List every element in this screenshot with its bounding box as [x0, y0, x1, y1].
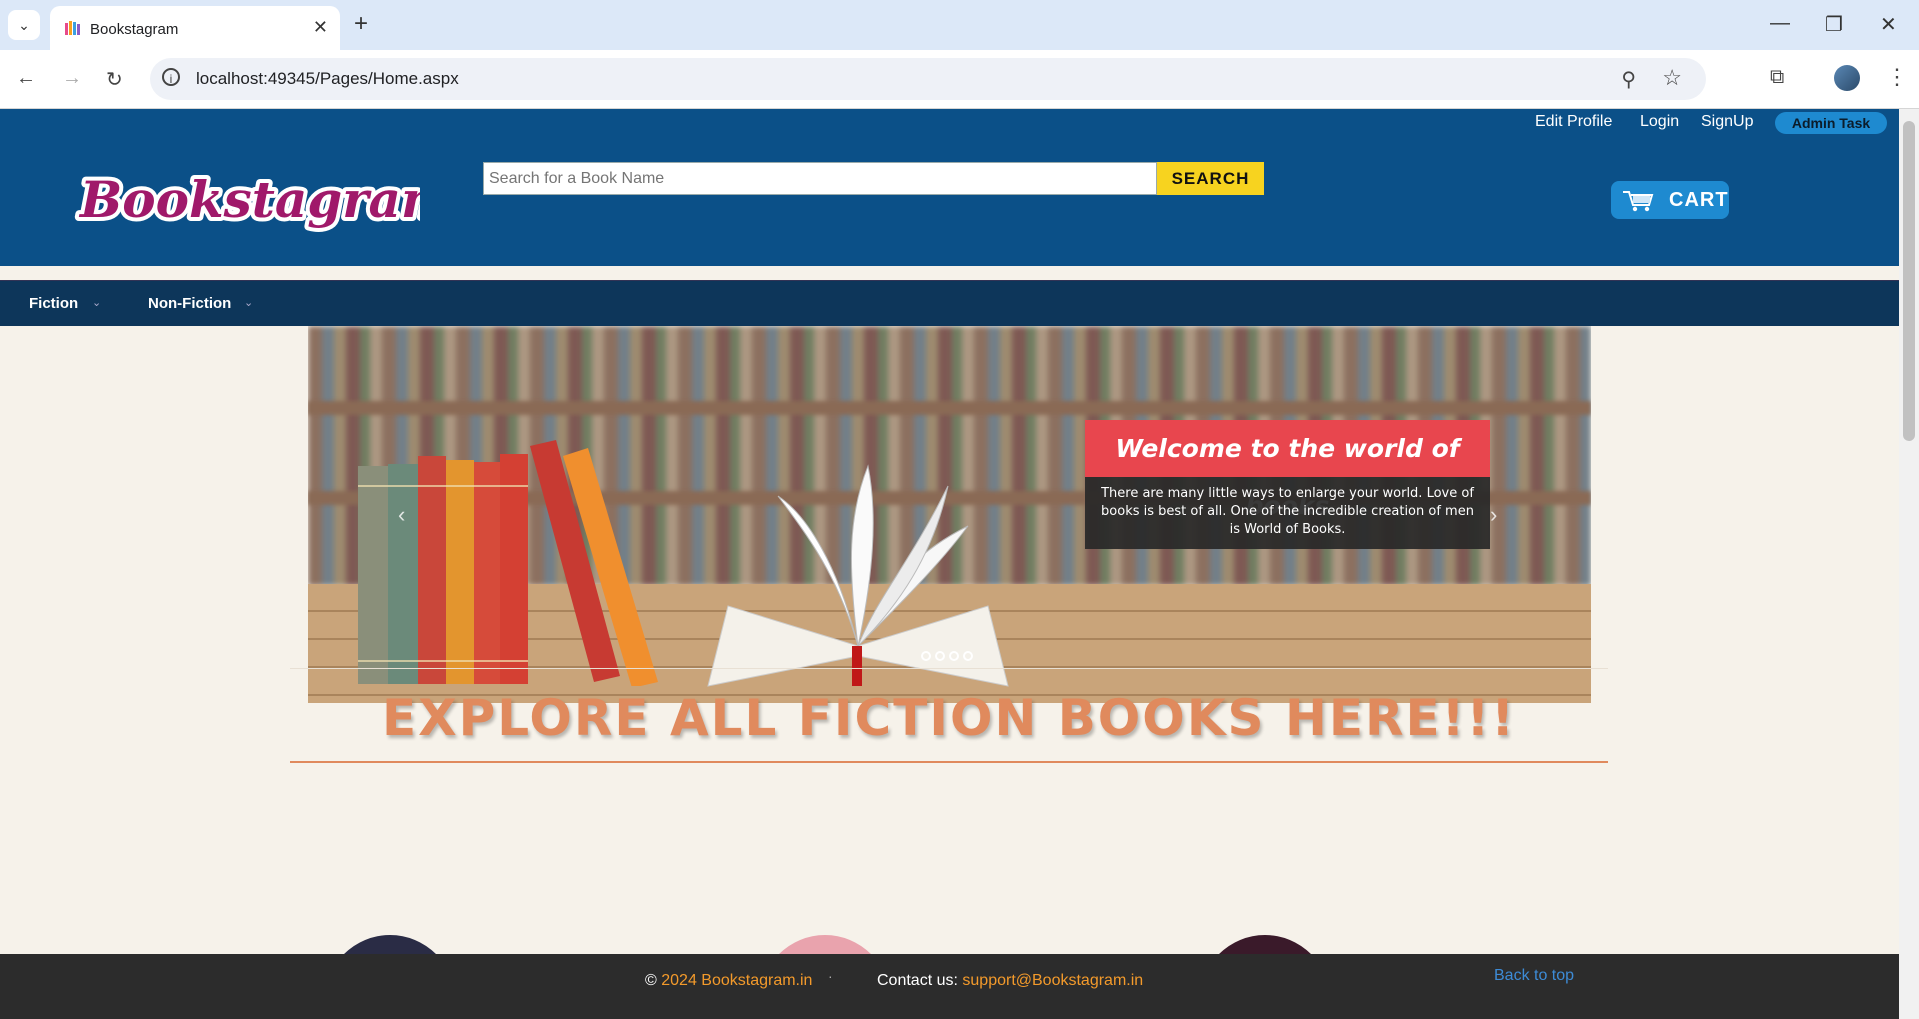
tab-list-icon[interactable]: ⌄	[8, 10, 40, 40]
footer-contact: Contact us: support@Bookstagram.in	[877, 972, 1143, 990]
contact-label: Contact us:	[877, 972, 958, 989]
scrollbar-thumb[interactable]	[1903, 121, 1915, 441]
search-button[interactable]: SEARCH	[1157, 162, 1264, 195]
menu-icon[interactable]: ⋮	[1886, 64, 1908, 90]
carousel-dot[interactable]	[949, 651, 959, 661]
forward-icon[interactable]: →	[62, 67, 82, 90]
logo-text: Bookstagram	[78, 170, 420, 229]
carousel-dot[interactable]	[921, 651, 931, 661]
bookstagram-logo[interactable]: Bookstagram Bookstagram	[70, 159, 420, 239]
new-tab-icon[interactable]: +	[354, 11, 368, 37]
bookstagram-favicon-icon	[65, 21, 80, 35]
signup-link[interactable]: SignUp	[1701, 113, 1753, 131]
footer-site-link[interactable]: 2024 Bookstagram.in	[661, 972, 812, 989]
cart-label: CART	[1669, 189, 1729, 211]
title-underline	[290, 761, 1608, 763]
site-info-icon[interactable]: i	[162, 68, 180, 86]
footer-separator: ·	[828, 968, 833, 984]
tab-title: Bookstagram	[90, 21, 179, 38]
tab-bookstagram[interactable]: Bookstagram ✕	[50, 6, 340, 50]
minimize-icon[interactable]: —	[1770, 12, 1790, 35]
menu-item-non-fiction[interactable]: Non-Fiction	[148, 295, 231, 312]
carousel-indicators	[921, 648, 977, 666]
carousel-dot[interactable]	[963, 651, 973, 661]
page-scrollbar[interactable]	[1899, 109, 1919, 1019]
contact-email-link[interactable]: support@Bookstagram.in	[962, 972, 1143, 989]
url-text[interactable]: localhost:49345/Pages/Home.aspx	[196, 69, 459, 89]
hero-carousel[interactable]: Welcome to the world of books There are …	[308, 326, 1591, 703]
copyright-symbol: ©	[645, 972, 657, 989]
chevron-down-icon[interactable]: ⌄	[92, 296, 101, 309]
carousel-caption-title: Welcome to the world of books	[1085, 420, 1490, 520]
restore-icon[interactable]: ❐	[1825, 12, 1843, 37]
login-link[interactable]: Login	[1640, 113, 1679, 131]
star-icon[interactable]: ☆	[1662, 65, 1682, 91]
footer-copyright: © 2024 Bookstagram.in	[645, 972, 812, 990]
extensions-icon[interactable]: ⧉	[1770, 66, 1784, 89]
stacked-books-image	[358, 440, 658, 686]
cart-icon	[1623, 191, 1654, 212]
search-input[interactable]	[484, 163, 1156, 194]
chevron-down-icon[interactable]: ⌄	[244, 296, 253, 309]
profile-avatar[interactable]	[1834, 65, 1860, 91]
reload-icon[interactable]: ↻	[106, 67, 123, 92]
back-to-top-link[interactable]: Back to top	[1494, 967, 1574, 985]
window-close-icon[interactable]: ✕	[1880, 12, 1897, 37]
carousel-dot[interactable]	[935, 651, 945, 661]
search-input-wrapper	[483, 162, 1157, 195]
address-bar[interactable]: i localhost:49345/Pages/Home.aspx ⚲ ☆	[150, 58, 1706, 100]
browser-toolbar: ← → ↻ i localhost:49345/Pages/Home.aspx …	[0, 50, 1919, 109]
zoom-icon[interactable]: ⚲	[1621, 67, 1636, 92]
edit-profile-link[interactable]: Edit Profile	[1535, 113, 1612, 131]
admin-task-button[interactable]: Admin Task	[1775, 112, 1887, 134]
tab-strip: ⌄ Bookstagram ✕ + — ❐ ✕	[0, 0, 1919, 50]
divider	[290, 668, 1608, 669]
cart-button[interactable]: CART	[1611, 181, 1729, 219]
open-book-image	[707, 464, 1009, 687]
carousel-caption-text: There are many little ways to enlarge yo…	[1085, 477, 1490, 549]
chevron-right-icon[interactable]: ›	[1490, 502, 1497, 528]
menu-item-fiction[interactable]: Fiction	[29, 295, 78, 312]
close-icon[interactable]: ✕	[313, 17, 328, 38]
section-title: EXPLORE ALL FICTION BOOKS HERE!!!	[381, 689, 1517, 747]
back-icon[interactable]: ←	[16, 67, 36, 90]
page-content: Edit Profile Login SignUp Admin Task Boo…	[0, 109, 1899, 1019]
category-menu: Fiction ⌄ Non-Fiction ⌄	[0, 280, 1899, 326]
chevron-left-icon[interactable]: ‹	[398, 502, 405, 528]
shelf-plank	[308, 401, 1591, 415]
site-header: Edit Profile Login SignUp Admin Task Boo…	[0, 109, 1899, 266]
site-footer: © 2024 Bookstagram.in · Contact us: supp…	[0, 954, 1899, 1019]
